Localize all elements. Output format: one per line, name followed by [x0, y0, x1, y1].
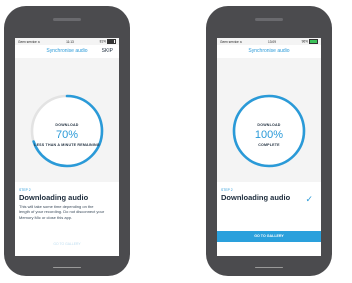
- step-description: This will take some time depending on th…: [19, 204, 105, 220]
- progress-remaining: LESS THAN A MINUTE REMAINING: [34, 143, 100, 147]
- progress-status: COMPLETE: [258, 143, 280, 147]
- progress-label: DOWNLOAD: [55, 123, 79, 127]
- go-to-gallery-button[interactable]: GO TO GALLERY: [217, 231, 321, 242]
- battery-icon: [106, 39, 116, 44]
- carrier-label: Geen service ≋: [220, 39, 243, 44]
- step-label: STEP 2: [19, 188, 31, 192]
- nav-bar: Synchronise audio SKIP: [15, 45, 119, 57]
- status-bar: Geen service ≋ 11:13 81%: [15, 38, 119, 45]
- speaker-grille: [53, 18, 81, 21]
- home-indicator: [53, 266, 81, 268]
- phone-mockup-left: Geen service ≋ 11:13 81% Synchronise aud…: [4, 6, 130, 276]
- step-card: STEP 2 Downloading audio This will take …: [15, 182, 119, 256]
- battery-icon: [309, 39, 318, 44]
- clock: 11:13: [66, 39, 74, 44]
- step-heading: Downloading audio: [221, 193, 291, 202]
- progress-label: DOWNLOAD: [257, 123, 281, 127]
- step-card: STEP 2 Downloading audio ✓ GO TO GALLERY: [217, 182, 321, 256]
- go-to-gallery-button-disabled[interactable]: GO TO GALLERY: [15, 242, 119, 246]
- phone-mockup-right: Geen service ≋ 13:09 96% Synchronise aud…: [206, 6, 332, 276]
- status-bar: Geen service ≋ 13:09 96%: [217, 38, 321, 45]
- step-label: STEP 2: [221, 188, 233, 192]
- nav-title: Synchronise audio: [248, 48, 290, 54]
- step-heading: Downloading audio: [19, 193, 89, 202]
- speaker-grille: [255, 18, 283, 21]
- progress-percent: 70%: [55, 129, 79, 141]
- checkmark-icon: ✓: [305, 194, 313, 204]
- progress-percent: 100%: [254, 129, 284, 141]
- home-indicator: [255, 266, 283, 268]
- screen-complete: Geen service ≋ 13:09 96% Synchronise aud…: [217, 38, 321, 256]
- skip-button[interactable]: SKIP: [102, 48, 113, 54]
- carrier-label: Geen service ≋: [18, 39, 41, 44]
- screen-downloading: Geen service ≋ 11:13 81% Synchronise aud…: [15, 38, 119, 256]
- battery-indicator: 96%: [302, 39, 318, 44]
- battery-indicator: 81%: [100, 39, 116, 44]
- clock: 13:09: [267, 39, 276, 44]
- wifi-icon: ≋: [239, 39, 243, 44]
- wifi-icon: ≋: [37, 39, 41, 44]
- nav-bar: Synchronise audio: [217, 45, 321, 57]
